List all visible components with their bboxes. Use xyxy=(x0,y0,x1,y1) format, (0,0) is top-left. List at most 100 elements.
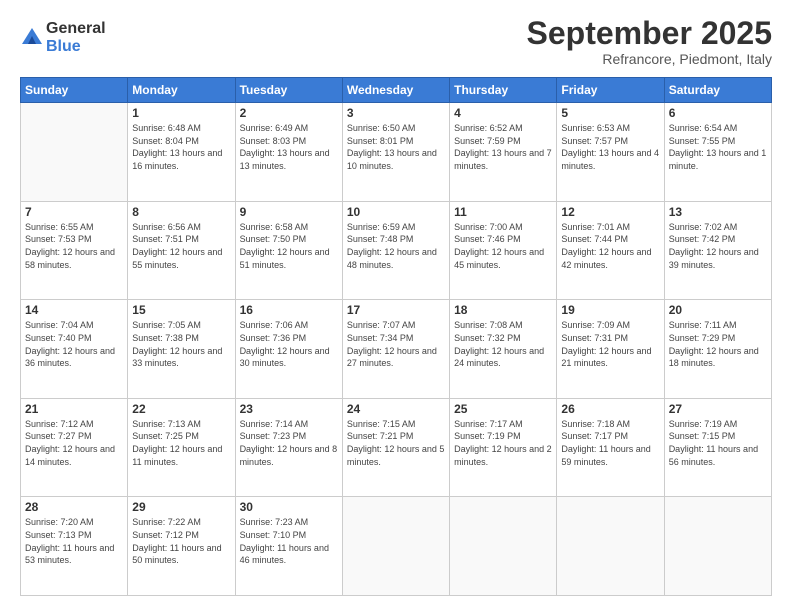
day-number: 6 xyxy=(669,106,767,120)
table-row: 1 Sunrise: 6:48 AM Sunset: 8:04 PM Dayli… xyxy=(128,103,235,202)
day-number: 23 xyxy=(240,402,338,416)
table-row: 25 Sunrise: 7:17 AM Sunset: 7:19 PM Dayl… xyxy=(450,398,557,497)
table-row: 24 Sunrise: 7:15 AM Sunset: 7:21 PM Dayl… xyxy=(342,398,449,497)
table-row: 29 Sunrise: 7:22 AM Sunset: 7:12 PM Dayl… xyxy=(128,497,235,596)
day-info: Sunrise: 7:18 AM Sunset: 7:17 PM Dayligh… xyxy=(561,418,659,468)
logo-icon xyxy=(20,26,44,50)
day-number: 8 xyxy=(132,205,230,219)
table-row: 13 Sunrise: 7:02 AM Sunset: 7:42 PM Dayl… xyxy=(664,201,771,300)
day-info: Sunrise: 7:04 AM Sunset: 7:40 PM Dayligh… xyxy=(25,319,123,369)
table-row xyxy=(664,497,771,596)
col-monday: Monday xyxy=(128,78,235,103)
day-number: 11 xyxy=(454,205,552,219)
calendar-week-row: 7 Sunrise: 6:55 AM Sunset: 7:53 PM Dayli… xyxy=(21,201,772,300)
day-info: Sunrise: 7:02 AM Sunset: 7:42 PM Dayligh… xyxy=(669,221,767,271)
day-number: 9 xyxy=(240,205,338,219)
table-row: 19 Sunrise: 7:09 AM Sunset: 7:31 PM Dayl… xyxy=(557,300,664,399)
logo: General Blue xyxy=(20,20,106,55)
location-title: Refrancore, Piedmont, Italy xyxy=(527,51,772,67)
table-row: 15 Sunrise: 7:05 AM Sunset: 7:38 PM Dayl… xyxy=(128,300,235,399)
day-number: 1 xyxy=(132,106,230,120)
table-row: 12 Sunrise: 7:01 AM Sunset: 7:44 PM Dayl… xyxy=(557,201,664,300)
table-row: 9 Sunrise: 6:58 AM Sunset: 7:50 PM Dayli… xyxy=(235,201,342,300)
day-info: Sunrise: 6:56 AM Sunset: 7:51 PM Dayligh… xyxy=(132,221,230,271)
day-info: Sunrise: 7:11 AM Sunset: 7:29 PM Dayligh… xyxy=(669,319,767,369)
page: General Blue September 2025 Refrancore, … xyxy=(0,0,792,612)
day-number: 27 xyxy=(669,402,767,416)
day-number: 17 xyxy=(347,303,445,317)
table-row: 4 Sunrise: 6:52 AM Sunset: 7:59 PM Dayli… xyxy=(450,103,557,202)
day-number: 2 xyxy=(240,106,338,120)
table-row: 22 Sunrise: 7:13 AM Sunset: 7:25 PM Dayl… xyxy=(128,398,235,497)
day-number: 15 xyxy=(132,303,230,317)
table-row: 6 Sunrise: 6:54 AM Sunset: 7:55 PM Dayli… xyxy=(664,103,771,202)
table-row: 23 Sunrise: 7:14 AM Sunset: 7:23 PM Dayl… xyxy=(235,398,342,497)
col-tuesday: Tuesday xyxy=(235,78,342,103)
day-info: Sunrise: 6:50 AM Sunset: 8:01 PM Dayligh… xyxy=(347,122,445,172)
day-number: 29 xyxy=(132,500,230,514)
day-number: 24 xyxy=(347,402,445,416)
day-number: 18 xyxy=(454,303,552,317)
table-row: 30 Sunrise: 7:23 AM Sunset: 7:10 PM Dayl… xyxy=(235,497,342,596)
day-info: Sunrise: 7:06 AM Sunset: 7:36 PM Dayligh… xyxy=(240,319,338,369)
table-row: 2 Sunrise: 6:49 AM Sunset: 8:03 PM Dayli… xyxy=(235,103,342,202)
logo-text: General Blue xyxy=(46,20,106,55)
table-row: 28 Sunrise: 7:20 AM Sunset: 7:13 PM Dayl… xyxy=(21,497,128,596)
day-info: Sunrise: 6:55 AM Sunset: 7:53 PM Dayligh… xyxy=(25,221,123,271)
table-row: 7 Sunrise: 6:55 AM Sunset: 7:53 PM Dayli… xyxy=(21,201,128,300)
day-info: Sunrise: 7:01 AM Sunset: 7:44 PM Dayligh… xyxy=(561,221,659,271)
day-number: 14 xyxy=(25,303,123,317)
day-info: Sunrise: 7:05 AM Sunset: 7:38 PM Dayligh… xyxy=(132,319,230,369)
table-row xyxy=(342,497,449,596)
day-number: 30 xyxy=(240,500,338,514)
day-info: Sunrise: 7:20 AM Sunset: 7:13 PM Dayligh… xyxy=(25,516,123,566)
day-info: Sunrise: 6:48 AM Sunset: 8:04 PM Dayligh… xyxy=(132,122,230,172)
month-title: September 2025 xyxy=(527,16,772,51)
table-row: 5 Sunrise: 6:53 AM Sunset: 7:57 PM Dayli… xyxy=(557,103,664,202)
col-sunday: Sunday xyxy=(21,78,128,103)
table-row: 21 Sunrise: 7:12 AM Sunset: 7:27 PM Dayl… xyxy=(21,398,128,497)
table-row xyxy=(557,497,664,596)
day-number: 7 xyxy=(25,205,123,219)
day-number: 10 xyxy=(347,205,445,219)
table-row: 8 Sunrise: 6:56 AM Sunset: 7:51 PM Dayli… xyxy=(128,201,235,300)
table-row: 11 Sunrise: 7:00 AM Sunset: 7:46 PM Dayl… xyxy=(450,201,557,300)
day-info: Sunrise: 6:53 AM Sunset: 7:57 PM Dayligh… xyxy=(561,122,659,172)
day-number: 19 xyxy=(561,303,659,317)
col-friday: Friday xyxy=(557,78,664,103)
table-row: 3 Sunrise: 6:50 AM Sunset: 8:01 PM Dayli… xyxy=(342,103,449,202)
day-info: Sunrise: 7:15 AM Sunset: 7:21 PM Dayligh… xyxy=(347,418,445,468)
table-row: 14 Sunrise: 7:04 AM Sunset: 7:40 PM Dayl… xyxy=(21,300,128,399)
day-info: Sunrise: 7:12 AM Sunset: 7:27 PM Dayligh… xyxy=(25,418,123,468)
day-info: Sunrise: 7:07 AM Sunset: 7:34 PM Dayligh… xyxy=(347,319,445,369)
day-number: 26 xyxy=(561,402,659,416)
calendar-week-row: 21 Sunrise: 7:12 AM Sunset: 7:27 PM Dayl… xyxy=(21,398,772,497)
table-row: 27 Sunrise: 7:19 AM Sunset: 7:15 PM Dayl… xyxy=(664,398,771,497)
day-info: Sunrise: 7:17 AM Sunset: 7:19 PM Dayligh… xyxy=(454,418,552,468)
day-number: 22 xyxy=(132,402,230,416)
calendar-week-row: 28 Sunrise: 7:20 AM Sunset: 7:13 PM Dayl… xyxy=(21,497,772,596)
calendar-header-row: Sunday Monday Tuesday Wednesday Thursday… xyxy=(21,78,772,103)
table-row: 20 Sunrise: 7:11 AM Sunset: 7:29 PM Dayl… xyxy=(664,300,771,399)
day-info: Sunrise: 7:09 AM Sunset: 7:31 PM Dayligh… xyxy=(561,319,659,369)
day-number: 20 xyxy=(669,303,767,317)
table-row xyxy=(450,497,557,596)
day-number: 5 xyxy=(561,106,659,120)
day-number: 12 xyxy=(561,205,659,219)
title-block: September 2025 Refrancore, Piedmont, Ita… xyxy=(527,16,772,67)
day-info: Sunrise: 6:58 AM Sunset: 7:50 PM Dayligh… xyxy=(240,221,338,271)
day-number: 21 xyxy=(25,402,123,416)
col-saturday: Saturday xyxy=(664,78,771,103)
header: General Blue September 2025 Refrancore, … xyxy=(20,16,772,67)
day-info: Sunrise: 6:49 AM Sunset: 8:03 PM Dayligh… xyxy=(240,122,338,172)
table-row: 10 Sunrise: 6:59 AM Sunset: 7:48 PM Dayl… xyxy=(342,201,449,300)
calendar-table: Sunday Monday Tuesday Wednesday Thursday… xyxy=(20,77,772,596)
day-number: 25 xyxy=(454,402,552,416)
day-info: Sunrise: 7:00 AM Sunset: 7:46 PM Dayligh… xyxy=(454,221,552,271)
day-info: Sunrise: 7:22 AM Sunset: 7:12 PM Dayligh… xyxy=(132,516,230,566)
day-info: Sunrise: 6:52 AM Sunset: 7:59 PM Dayligh… xyxy=(454,122,552,172)
day-info: Sunrise: 7:23 AM Sunset: 7:10 PM Dayligh… xyxy=(240,516,338,566)
day-number: 4 xyxy=(454,106,552,120)
table-row: 18 Sunrise: 7:08 AM Sunset: 7:32 PM Dayl… xyxy=(450,300,557,399)
day-number: 13 xyxy=(669,205,767,219)
